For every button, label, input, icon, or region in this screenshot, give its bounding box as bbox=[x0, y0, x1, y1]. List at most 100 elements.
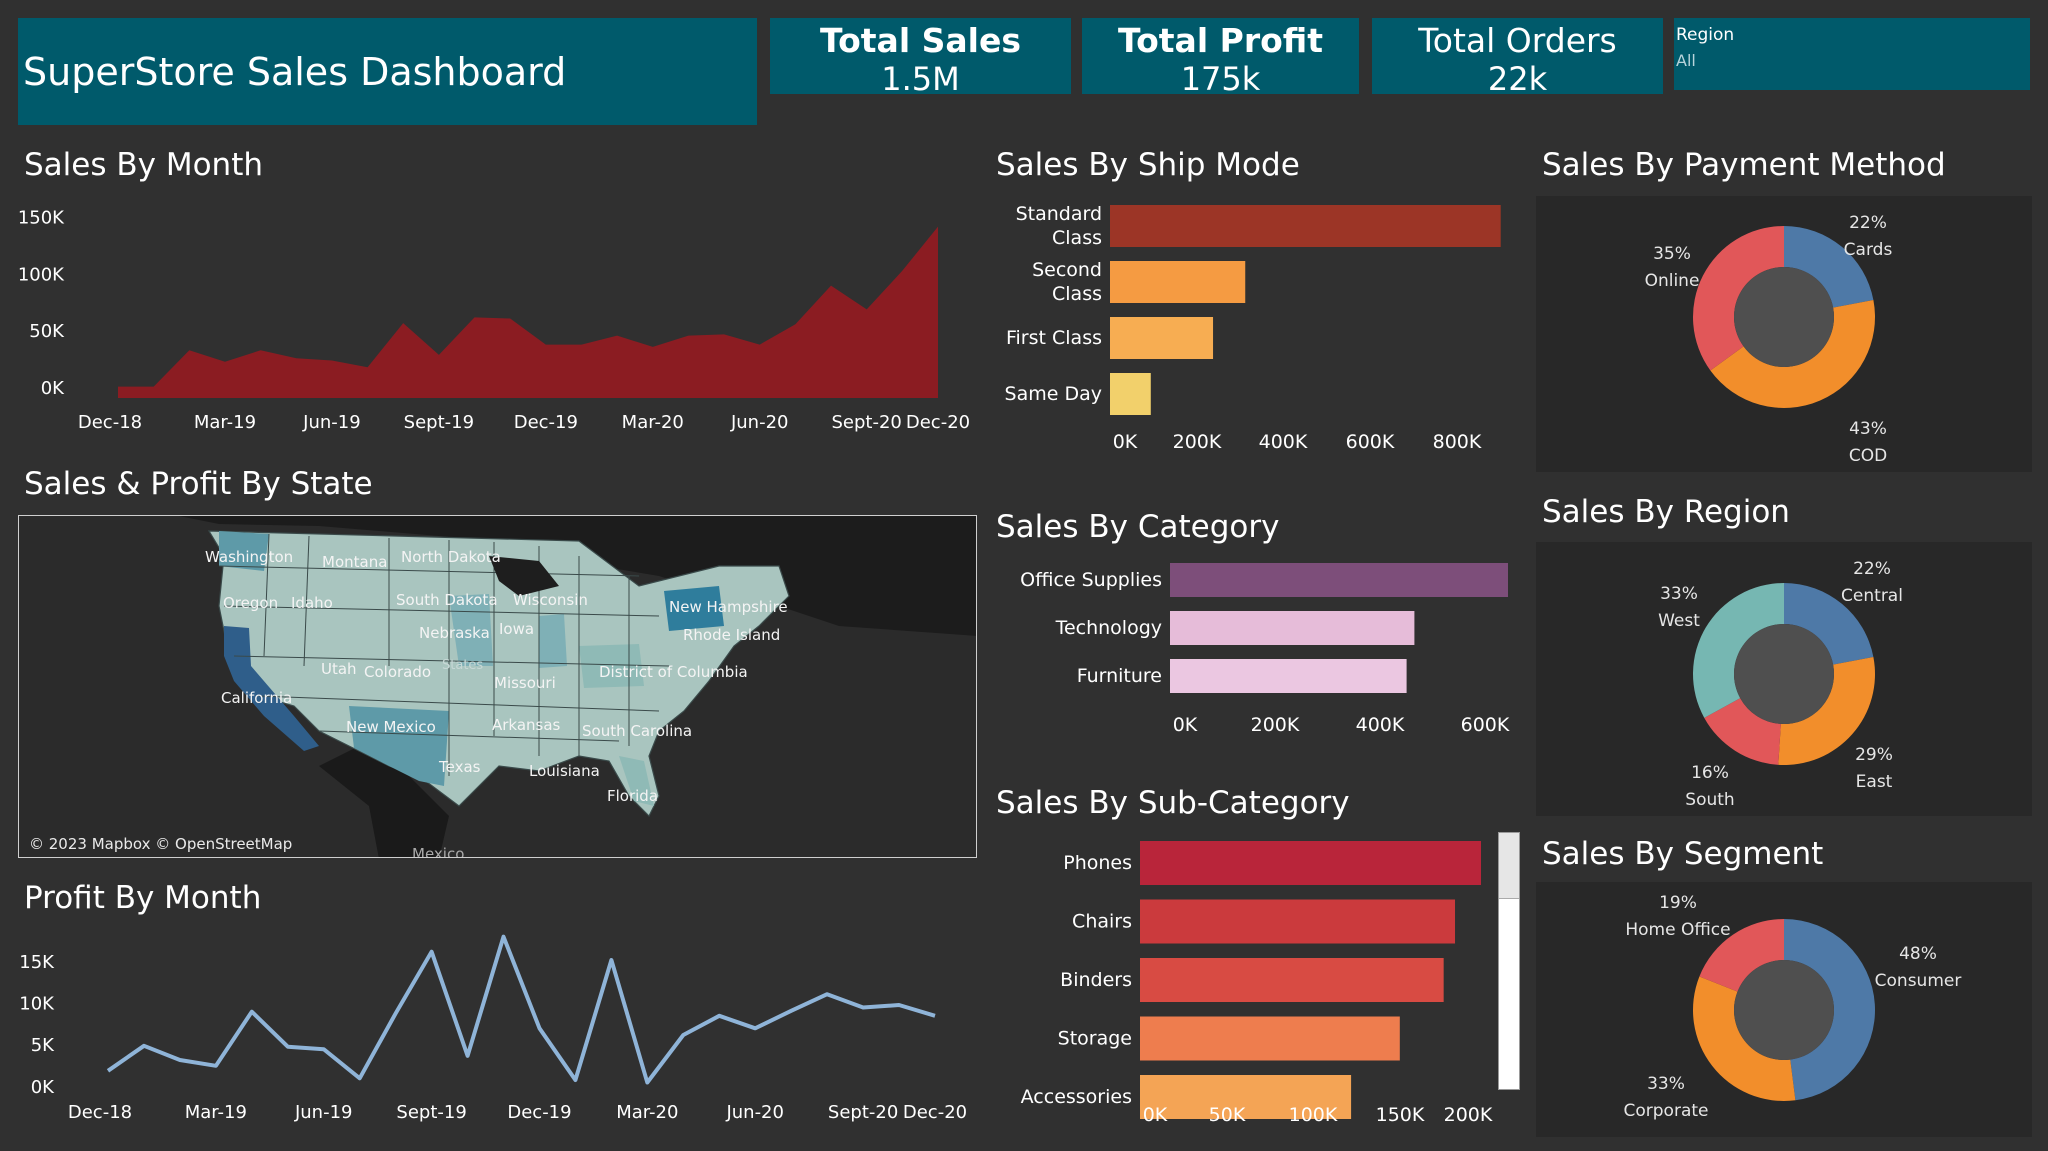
x-tick-label: Jun-20 bbox=[725, 1102, 784, 1123]
map-canvas[interactable]: Washington Montana North Dakota Oregon I… bbox=[19, 516, 977, 858]
donut-pct: 22% bbox=[1853, 559, 1891, 579]
scrollbar-thumb[interactable] bbox=[1499, 833, 1519, 899]
x-tick-label: Mar-20 bbox=[622, 412, 684, 433]
x-tick-label: 600K bbox=[1461, 714, 1510, 736]
payment-title: Sales By Payment Method bbox=[1542, 147, 1946, 183]
bar bbox=[1110, 205, 1501, 247]
payment-donut[interactable]: 22% Cards 43% COD 35% Online bbox=[1536, 196, 2032, 472]
profit-by-month-chart[interactable]: 0K 5K 10K 15K Dec-18 Mar-19 Jun-19 Sept-19 Dec-1… bbox=[0, 925, 980, 1151]
kpi-total-sales[interactable]: Total Sales 1.5M bbox=[770, 18, 1071, 98]
segment-donut[interactable]: 48% Consumer 33% Corporate 19% Home Office bbox=[1536, 882, 2032, 1137]
x-tick-label: Mar-20 bbox=[616, 1102, 678, 1123]
x-tick-label: Dec-18 bbox=[78, 412, 142, 433]
y-tick-label: 50K bbox=[29, 321, 65, 342]
x-tick-label: 200K bbox=[1444, 1104, 1493, 1126]
map-label: Louisiana bbox=[529, 762, 600, 780]
kpi-total-sales-label: Total Sales bbox=[819, 21, 1021, 60]
bar bbox=[1170, 659, 1407, 693]
x-tick-label: Jun-19 bbox=[294, 1102, 353, 1123]
subcategory-chart[interactable]: Phones Chairs Binders Storage Accessories 0K 5… bbox=[980, 825, 1520, 1130]
kpi-total-profit[interactable]: Total Profit 175k bbox=[1082, 18, 1359, 98]
map-label: States bbox=[442, 658, 483, 673]
state-title: Sales & Profit By State bbox=[24, 466, 373, 502]
bar bbox=[1110, 373, 1151, 415]
bar-label: Standard bbox=[1016, 203, 1102, 225]
map-label: Montana bbox=[322, 553, 387, 571]
bar bbox=[1140, 958, 1444, 1002]
ship-mode-chart[interactable]: StandardClassSecondClassFirst ClassSame … bbox=[980, 190, 1520, 465]
x-tick-label: 0K bbox=[1113, 431, 1138, 453]
x-tick-label: 200K bbox=[1251, 714, 1300, 736]
map-label: Arkansas bbox=[492, 716, 561, 734]
x-tick-label: Sept-19 bbox=[404, 412, 474, 433]
x-tick-label: Dec-18 bbox=[68, 1102, 132, 1123]
bar bbox=[1140, 899, 1456, 944]
state-map[interactable]: Washington Montana North Dakota Oregon I… bbox=[18, 515, 977, 858]
donut-pct: 33% bbox=[1647, 1074, 1685, 1094]
map-label: Florida bbox=[607, 787, 658, 805]
region-filter[interactable]: Region All bbox=[1674, 18, 2030, 90]
subcategory-scrollbar[interactable] bbox=[1498, 832, 1520, 1090]
map-label: Missouri bbox=[494, 674, 556, 692]
donut-pct: 43% bbox=[1849, 419, 1887, 439]
y-tick-label: 0K bbox=[41, 378, 65, 399]
region-filter-label: Region bbox=[1676, 25, 1735, 45]
map-label: Mexico bbox=[412, 845, 464, 858]
donut-hole bbox=[1734, 624, 1834, 724]
x-tick-label: Mar-19 bbox=[194, 412, 256, 433]
profit-line bbox=[106, 934, 936, 1085]
bar-label: Class bbox=[1052, 283, 1102, 305]
x-tick-label: Jun-19 bbox=[302, 412, 361, 433]
map-label: Nebraska bbox=[419, 624, 490, 642]
bar-label: Chairs bbox=[1072, 911, 1132, 933]
kpi-total-orders-value: 22k bbox=[1487, 60, 1548, 98]
y-tick-label: 150K bbox=[18, 208, 65, 229]
x-tick-label: 50K bbox=[1209, 1104, 1246, 1126]
kpi-total-orders-label: Total Orders bbox=[1418, 21, 1617, 60]
bar bbox=[1170, 611, 1415, 645]
x-tick-label: Dec-20 bbox=[906, 412, 970, 433]
x-tick-label: 800K bbox=[1433, 431, 1482, 453]
map-label: Utah bbox=[321, 660, 357, 678]
donut-label: Corporate bbox=[1624, 1101, 1709, 1121]
map-label: Wisconsin bbox=[513, 591, 588, 609]
category-chart[interactable]: Office Supplies Technology Furniture 0K 200K… bbox=[980, 550, 1520, 740]
donut-pct: 29% bbox=[1855, 745, 1893, 765]
state-ohio[interactable] bbox=[539, 614, 567, 668]
kpi-total-orders[interactable]: Total Orders 22k bbox=[1372, 18, 1663, 98]
sales-by-month-chart[interactable]: 0K 50K 100K 150K Dec-18 Mar-19 Jun-19 Sept-19 De… bbox=[0, 185, 980, 440]
donut-label: Online bbox=[1645, 271, 1700, 291]
x-tick-label: 400K bbox=[1259, 431, 1308, 453]
region-filter-value[interactable]: All bbox=[1676, 50, 2030, 72]
map-label: District of Columbia bbox=[599, 663, 748, 681]
map-label: California bbox=[221, 689, 292, 707]
subcategory-title: Sales By Sub-Category bbox=[996, 785, 1350, 821]
donut-label: COD bbox=[1849, 446, 1887, 466]
region-donut[interactable]: 22% Central 29% East 16% South 33% West bbox=[1536, 542, 2032, 816]
y-tick-label: 15K bbox=[19, 952, 55, 973]
donut-label: Cards bbox=[1844, 240, 1893, 260]
dashboard-title: SuperStore Sales Dashboard bbox=[23, 50, 567, 94]
bar bbox=[1170, 563, 1508, 597]
bar-label: Storage bbox=[1058, 1028, 1132, 1050]
bar-label: Same Day bbox=[1005, 383, 1102, 405]
map-label: Oregon bbox=[223, 594, 278, 612]
profit-by-month-title: Profit By Month bbox=[24, 880, 262, 916]
segment-title: Sales By Segment bbox=[1542, 836, 1824, 872]
map-label: Washington bbox=[205, 548, 293, 566]
x-tick-label: 200K bbox=[1173, 431, 1222, 453]
donut-label: Home Office bbox=[1625, 920, 1730, 940]
donut-pct: 19% bbox=[1659, 893, 1697, 913]
bar bbox=[1110, 261, 1246, 303]
bar-label: Phones bbox=[1063, 852, 1132, 874]
x-tick-label: 0K bbox=[1173, 714, 1198, 736]
y-tick-label: 100K bbox=[18, 264, 65, 285]
donut-pct: 35% bbox=[1653, 244, 1691, 264]
bar-label: Office Supplies bbox=[1020, 569, 1162, 591]
map-label: South Dakota bbox=[396, 591, 498, 609]
bar-label: First Class bbox=[1006, 327, 1102, 349]
map-attribution[interactable]: © 2023 Mapbox © OpenStreetMap bbox=[29, 835, 292, 853]
map-label: Iowa bbox=[499, 620, 534, 638]
map-label: Texas bbox=[438, 758, 481, 776]
map-label: North Dakota bbox=[401, 548, 501, 566]
